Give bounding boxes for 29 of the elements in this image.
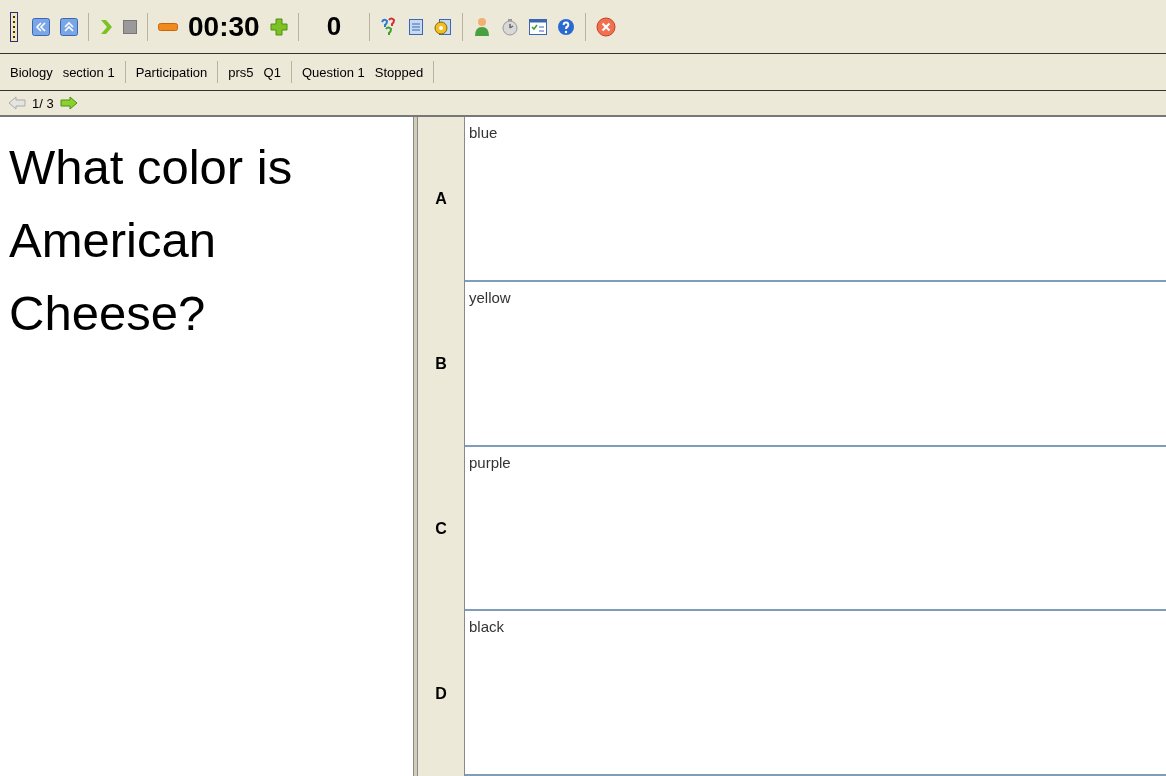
minus-icon[interactable] [158, 22, 178, 31]
close-icon[interactable] [596, 16, 617, 37]
document-disc-icon[interactable] [434, 17, 453, 36]
answer-box: black [465, 611, 1166, 776]
response-count: 0 [325, 11, 343, 42]
clock-icon[interactable] [501, 17, 520, 36]
status-text: Question 1 [301, 64, 365, 80]
status-text: Biology [10, 64, 53, 80]
person-icon[interactable] [473, 16, 492, 37]
status-text: Stopped [374, 64, 424, 80]
grip-icon[interactable] [10, 11, 18, 42]
status-text: Q1 [263, 64, 281, 80]
forward-arrow-icon[interactable] [59, 96, 78, 110]
status-text: section 1 [62, 64, 115, 80]
timer-display: 00:30 [188, 10, 260, 43]
checklist-window-icon[interactable] [529, 18, 548, 35]
answer-box: yellow [465, 281, 1166, 447]
plus-icon[interactable] [269, 17, 288, 36]
double-up-icon[interactable] [60, 17, 78, 36]
rewind-icon[interactable] [32, 17, 50, 36]
help-icon[interactable] [557, 17, 576, 36]
question-text: What color is American Cheese? [9, 139, 294, 342]
page-indicator: 1/ 3 [32, 95, 54, 111]
stop-icon[interactable] [123, 19, 137, 34]
document-icon[interactable] [408, 17, 425, 36]
status-text: prs5 [228, 64, 254, 80]
answer-box: blue [465, 117, 1166, 282]
answer-box: purple [465, 446, 1166, 612]
status-text: Participation [135, 64, 208, 80]
